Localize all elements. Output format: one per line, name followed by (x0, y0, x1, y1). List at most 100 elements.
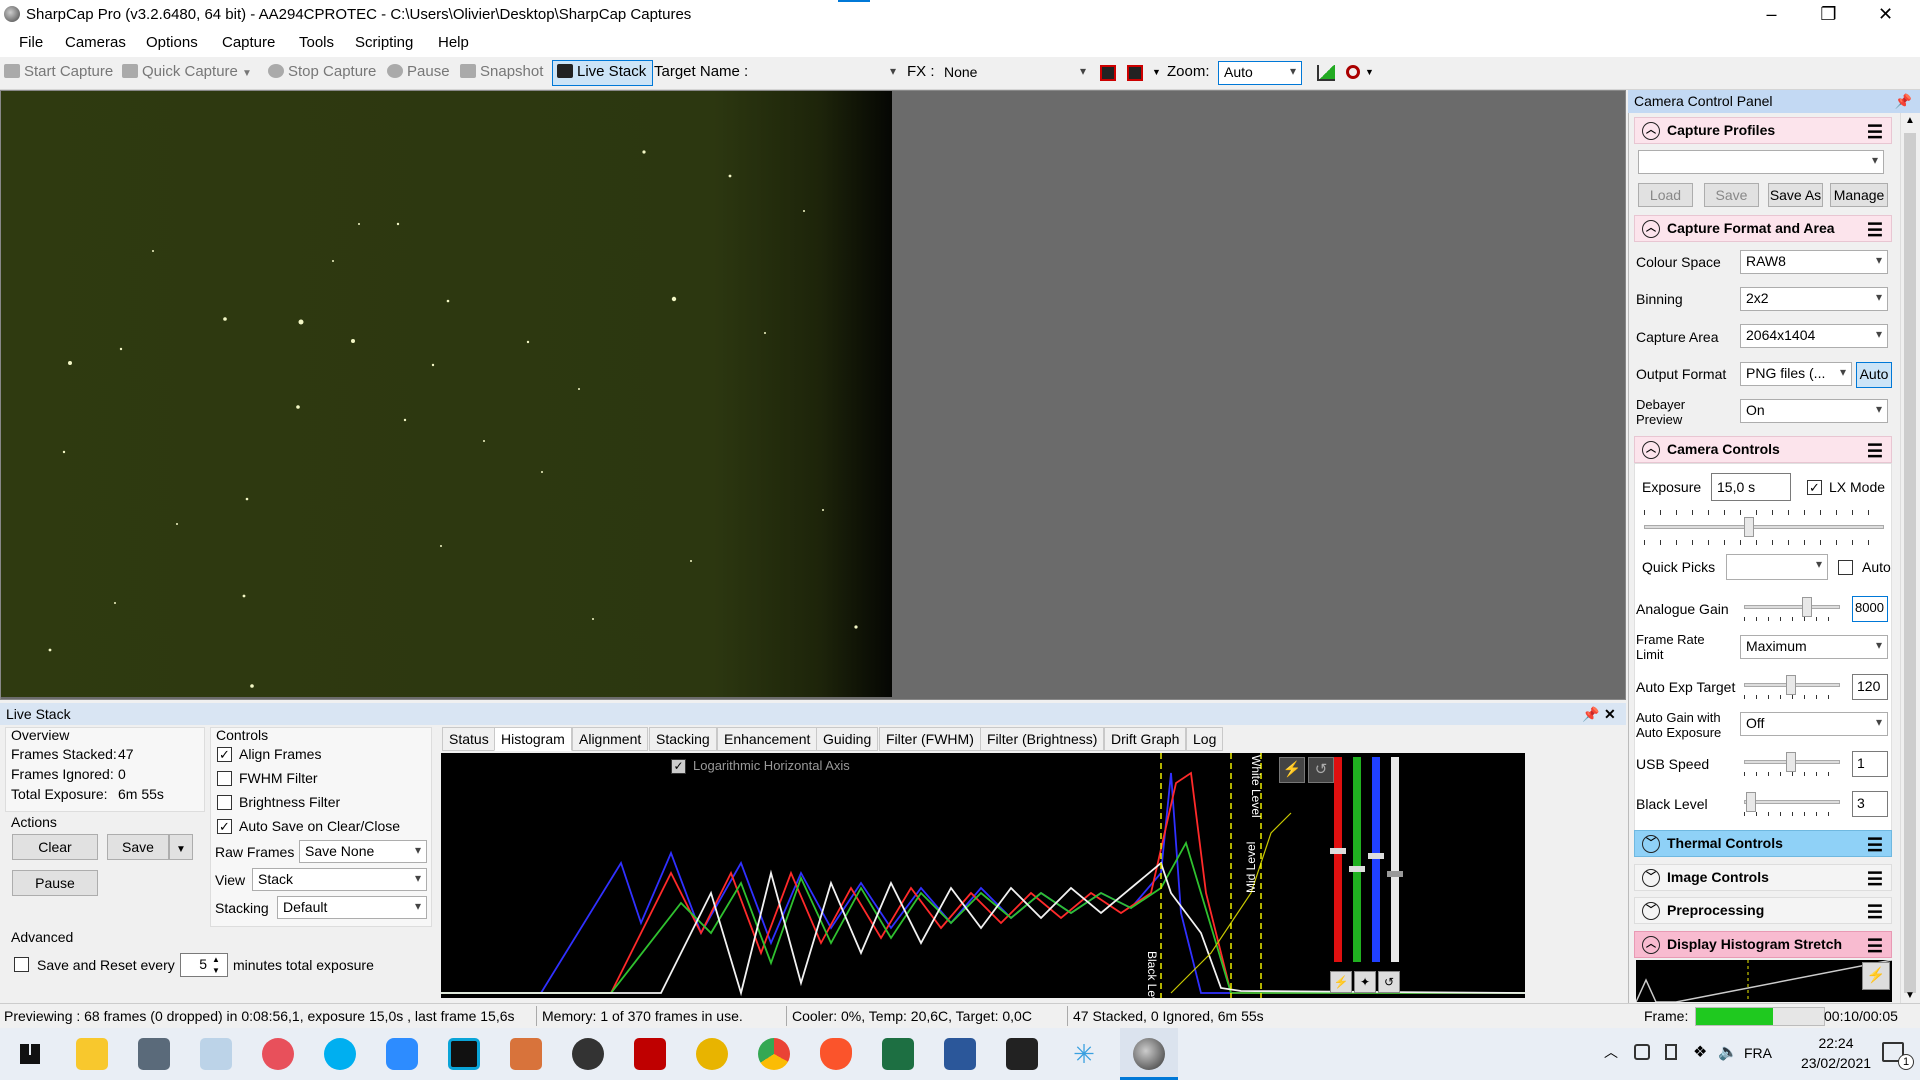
green-channel-handle[interactable] (1349, 866, 1365, 872)
colour-space-select[interactable]: RAW8 (1740, 250, 1888, 274)
save-options-dropdown[interactable]: ▼ (169, 834, 193, 860)
log-axis-checkbox[interactable]: ✓ (671, 759, 686, 774)
black-level-input[interactable]: 3 (1852, 791, 1888, 817)
menu-capture[interactable]: Capture (222, 34, 275, 51)
zoom-select[interactable]: Auto (1218, 61, 1302, 85)
save-reset-checkbox[interactable] (14, 957, 29, 972)
view-select[interactable]: Stack (252, 868, 427, 891)
tray-usb-icon[interactable] (1665, 1044, 1677, 1060)
blue-channel-handle[interactable] (1368, 853, 1384, 859)
lum-channel-handle[interactable] (1387, 871, 1403, 877)
align-frames-checkbox[interactable]: ✓ (217, 747, 232, 762)
channel-reset-icon[interactable]: ↺ (1378, 971, 1400, 993)
zoom-magnifier-icon[interactable] (1346, 65, 1360, 79)
chrome-icon[interactable] (758, 1038, 790, 1070)
image-controls-header[interactable]: ﹀ Image Controls ☰ (1634, 864, 1892, 891)
menu-icon[interactable]: ☰ (1867, 934, 1883, 959)
exposure-input[interactable]: 15,0 s (1711, 473, 1791, 501)
blue-channel-bar[interactable] (1372, 757, 1380, 962)
raw-frames-select[interactable]: Save None (299, 840, 427, 863)
brightness-filter-checkbox[interactable] (217, 795, 232, 810)
binning-select[interactable]: 2x2 (1740, 287, 1888, 311)
channel-auto-icon[interactable]: ⚡ (1330, 971, 1352, 993)
chevron-down-icon[interactable]: ▼ (1152, 67, 1161, 77)
snipping-tool-icon[interactable] (262, 1038, 294, 1070)
filezilla-icon[interactable] (634, 1038, 666, 1070)
tray-chevron-up-icon[interactable]: ︿ (1604, 1042, 1618, 1062)
menu-scripting[interactable]: Scripting (355, 34, 413, 51)
expand-icon[interactable]: ﹀ (1642, 835, 1660, 853)
tab-alignment[interactable]: Alignment (572, 727, 649, 751)
lx-mode-checkbox[interactable]: ✓ (1807, 480, 1822, 495)
capture-profiles-header[interactable]: ︿ Capture Profiles ☰ (1634, 117, 1892, 144)
pause-button[interactable]: Pause (387, 63, 450, 80)
windows-start-icon[interactable] (20, 1044, 40, 1064)
menu-options[interactable]: Options (146, 34, 198, 51)
crosshair-icon[interactable] (1127, 65, 1143, 81)
usb-speed-input[interactable]: 1 (1852, 751, 1888, 777)
menu-icon[interactable]: ☰ (1867, 900, 1883, 925)
live-stack-button[interactable]: Live Stack (552, 60, 654, 86)
quick-picks-auto-checkbox[interactable] (1838, 560, 1853, 575)
collapse-icon[interactable]: ︿ (1642, 122, 1660, 140)
save-button[interactable]: Save (107, 834, 169, 860)
tab-guiding[interactable]: Guiding (816, 727, 879, 751)
menu-icon[interactable]: ☰ (1867, 867, 1883, 892)
snapshot-button[interactable]: Snapshot (460, 63, 543, 80)
quick-capture-button[interactable]: Quick Capture ▼ (122, 63, 252, 80)
file-explorer-icon[interactable] (76, 1038, 108, 1070)
tray-network-icon[interactable] (1634, 1044, 1650, 1060)
menu-icon[interactable]: ☰ (1867, 439, 1883, 464)
app-icon-3[interactable] (200, 1038, 232, 1070)
tab-status[interactable]: Status (442, 727, 496, 751)
histogram-icon[interactable] (1317, 65, 1335, 81)
app-icon-9[interactable] (572, 1038, 604, 1070)
capture-format-header[interactable]: ︿ Capture Format and Area ☰ (1634, 215, 1892, 242)
save-profile-button[interactable]: Save (1704, 183, 1759, 207)
panel-scrollbar[interactable]: ▲ ▼ (1900, 113, 1918, 1003)
close-button[interactable]: ✕ (1857, 0, 1914, 30)
tab-log[interactable]: Log (1186, 727, 1224, 751)
menu-icon[interactable]: ☰ (1867, 833, 1883, 858)
pin-icon[interactable]: 📌 (1582, 703, 1599, 725)
spin-arrows-icon[interactable]: ▲ ▼ (212, 954, 220, 976)
output-auto-button[interactable]: Auto (1856, 362, 1892, 388)
language-indicator[interactable]: FRA (1744, 1045, 1772, 1061)
auto-exp-target-slider[interactable] (1744, 675, 1840, 699)
menu-icon[interactable]: ☰ (1867, 218, 1883, 243)
tray-dropbox-icon[interactable]: ❖ (1693, 1042, 1707, 1062)
brave-icon[interactable] (820, 1038, 852, 1070)
capture-area-select[interactable]: 2064x1404 (1740, 324, 1888, 348)
reticle-icon[interactable] (1100, 65, 1116, 81)
menu-file[interactable]: File (19, 34, 43, 51)
collapse-icon[interactable]: ︿ (1642, 936, 1660, 954)
target-name-select[interactable] (748, 61, 902, 85)
collapse-icon[interactable]: ︿ (1642, 441, 1660, 459)
stacking-select[interactable]: Default (277, 896, 427, 919)
pause-stack-button[interactable]: Pause (12, 870, 98, 896)
debayer-select[interactable]: On (1740, 399, 1888, 423)
close-icon[interactable]: ✕ (1604, 703, 1616, 725)
frame-rate-select[interactable]: Maximum (1740, 635, 1888, 659)
black-level-slider[interactable] (1744, 792, 1840, 816)
zoom-app-icon[interactable] (386, 1038, 418, 1070)
app-icon-star[interactable]: ✳ (1068, 1038, 1100, 1070)
tab-histogram[interactable]: Histogram (494, 727, 572, 751)
save-reset-minutes-input[interactable]: 5 (180, 953, 228, 977)
green-channel-bar[interactable] (1353, 757, 1361, 962)
preprocessing-header[interactable]: ﹀ Preprocessing ☰ (1634, 897, 1892, 924)
tab-filter-fwhm[interactable]: Filter (FWHM) (879, 727, 981, 751)
word-icon[interactable] (944, 1038, 976, 1070)
app-icon-8[interactable] (510, 1038, 542, 1070)
analogue-gain-slider[interactable] (1744, 597, 1840, 621)
scroll-thumb[interactable] (1904, 133, 1916, 993)
lum-channel-bar[interactable] (1391, 757, 1399, 962)
histogram-chart[interactable]: ✓ Logarithmic Horizontal Axis Black Leve… (441, 753, 1525, 998)
excel-icon[interactable] (882, 1038, 914, 1070)
save-as-profile-button[interactable]: Save As (1768, 183, 1823, 207)
fx-select[interactable]: None (938, 61, 1092, 85)
start-capture-button[interactable]: Start Capture (4, 63, 113, 80)
tab-filter-brightness[interactable]: Filter (Brightness) (980, 727, 1105, 751)
camera-controls-header[interactable]: ︿ Camera Controls ☰ (1634, 436, 1892, 463)
histogram-reset-icon[interactable]: ↺ (1308, 757, 1334, 783)
